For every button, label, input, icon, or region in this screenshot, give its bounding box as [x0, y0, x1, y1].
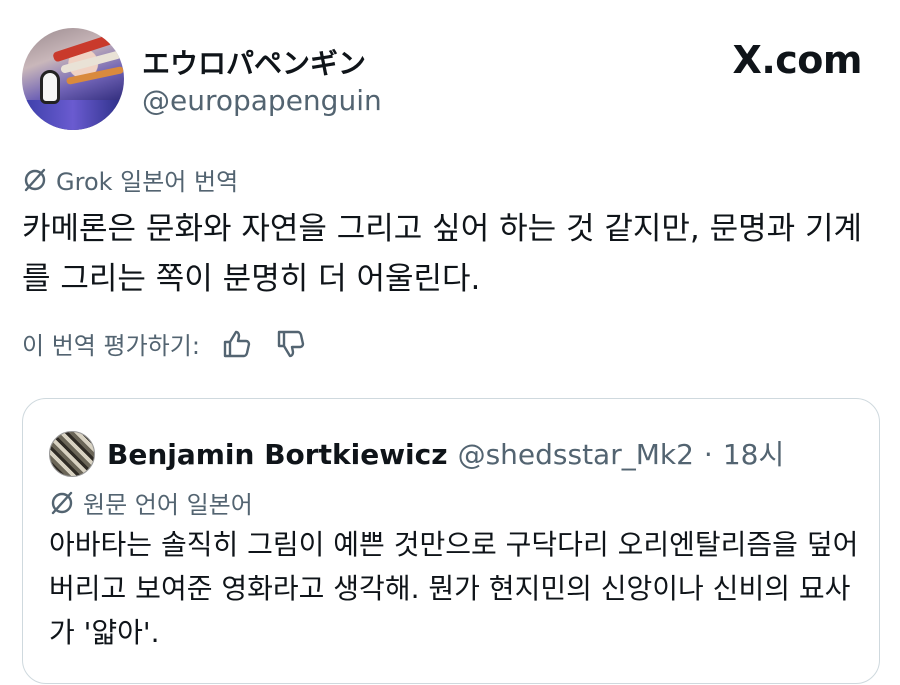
rate-label: 이 번역 평가하기: [22, 332, 200, 360]
quoted-post-text: 아바타는 솔직히 그림이 예쁜 것만으로 구닥다리 오리엔탈리즘을 덮어버리고 … [49, 528, 859, 649]
thumbs-up-icon[interactable] [220, 327, 254, 361]
avatar-art [22, 100, 124, 130]
quoted-post[interactable]: Benjamin Bortkiewicz @shedsstar_Mk2 · 18… [22, 398, 880, 684]
rate-translation-row: 이 번역 평가하기: [22, 326, 308, 361]
author-display-name[interactable]: エウロパペンギン [142, 42, 366, 82]
separator-dot: · [703, 438, 713, 471]
quoted-author-handle[interactable]: @shedsstar_Mk2 [458, 438, 694, 471]
penguin-figure [40, 70, 60, 104]
quoted-author-avatar[interactable] [49, 431, 95, 477]
site-logo: X.com [732, 38, 863, 82]
quoted-author-display-name[interactable]: Benjamin Bortkiewicz [107, 438, 448, 471]
post-header: エウロパペンギン @europapenguin X.com [22, 28, 863, 132]
author-avatar[interactable] [22, 28, 124, 130]
translated-post-text: 카메론은 문화와 자연을 그리고 싶어 하는 것 같지만, 문명과 기계를 그리… [22, 211, 863, 297]
quoted-post-time[interactable]: 18시 [723, 433, 784, 473]
translation-source-label: Grok 일본어 번역 [22, 162, 238, 197]
quoted-post-header: Benjamin Bortkiewicz @shedsstar_Mk2 · 18… [107, 433, 784, 473]
thumbs-down-icon[interactable] [274, 327, 308, 361]
author-handle[interactable]: @europapenguin [142, 84, 382, 117]
grok-icon [51, 491, 73, 514]
grok-icon [24, 168, 46, 191]
translation-label: Grok 일본어 번역 [56, 168, 239, 196]
quoted-language-label: 원문 언어 일본어 [49, 485, 253, 520]
quoted-language-text: 원문 언어 일본어 [83, 491, 253, 519]
